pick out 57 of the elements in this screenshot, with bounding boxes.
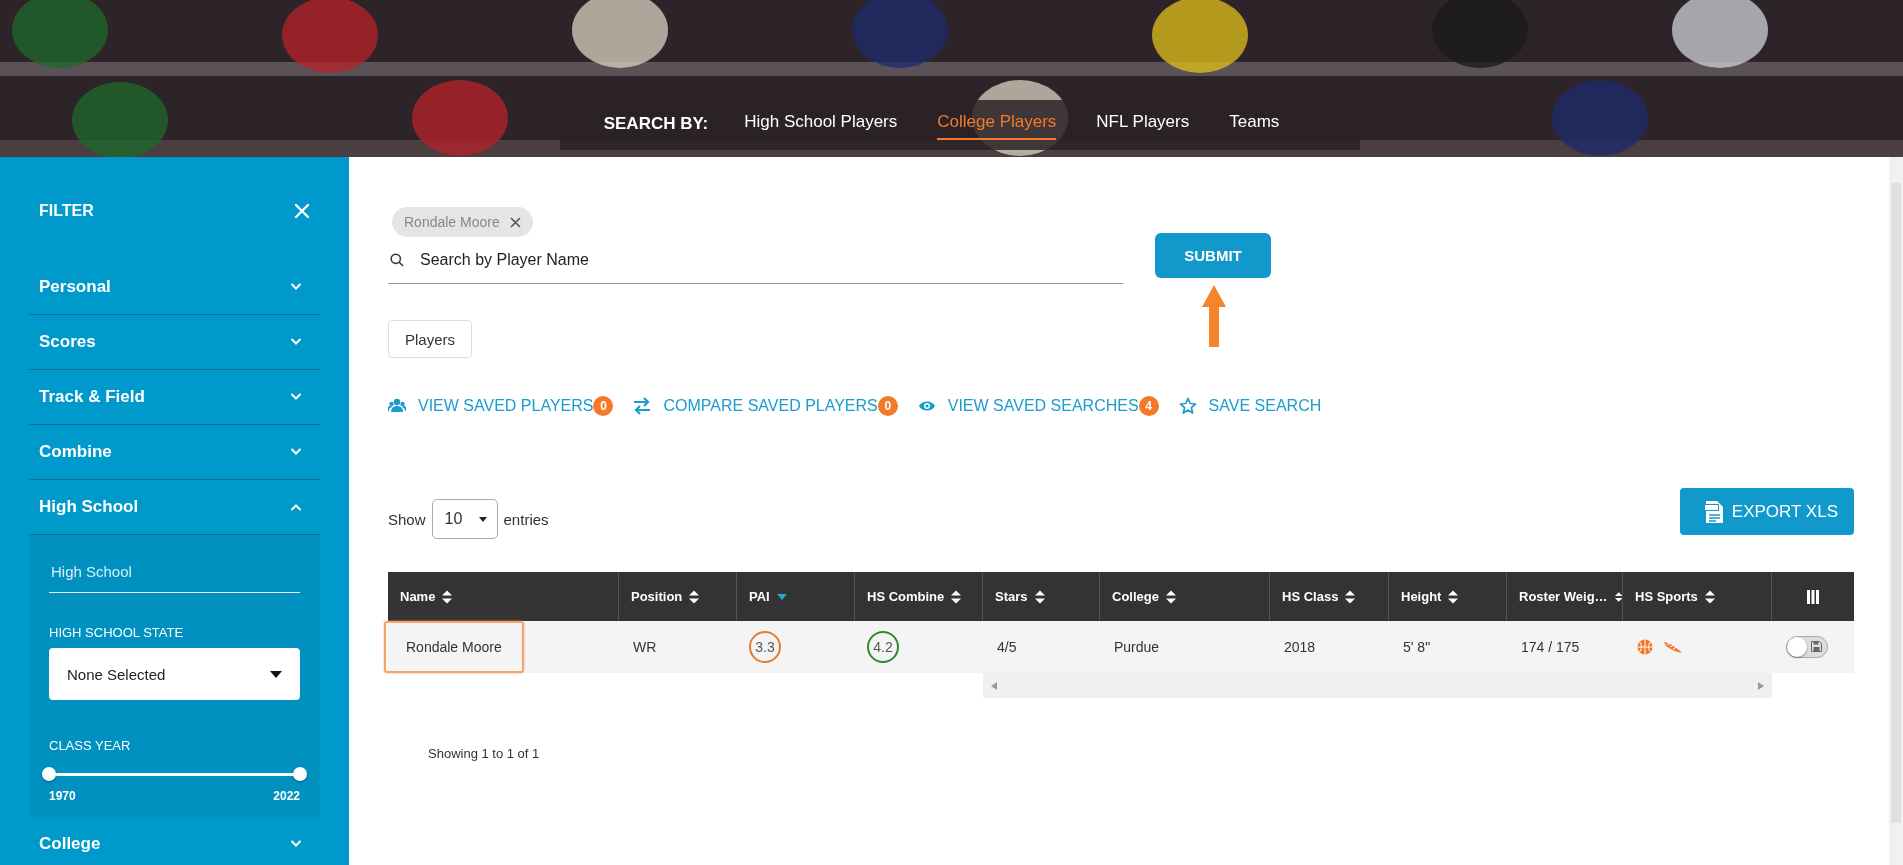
caret-icon [478, 516, 487, 522]
column-header[interactable]: College [1100, 572, 1270, 621]
nav-tab[interactable]: High School Players [744, 108, 898, 140]
state-dropdown[interactable]: None Selected [49, 648, 300, 700]
basketball-icon [1637, 639, 1653, 655]
slider-thumb[interactable] [42, 767, 56, 781]
filter-title: FILTER [39, 202, 94, 220]
column-header[interactable]: PAI [737, 572, 855, 621]
column-header[interactable]: Height [1389, 572, 1507, 621]
table-cell: 5' 8" [1389, 621, 1507, 673]
column-header[interactable]: Roster Weig… [1507, 572, 1623, 621]
swap-arrows-icon [633, 397, 652, 415]
columns-icon[interactable] [1806, 589, 1820, 604]
table-info: Showing 1 to 1 of 1 [428, 746, 540, 761]
nav-tab[interactable]: Teams [1229, 108, 1280, 140]
save-toggle[interactable] [1786, 636, 1828, 658]
pai-gauge: 3.3 [749, 631, 781, 663]
range-max-label: 2022 [273, 789, 300, 803]
nav-tab[interactable]: College Players [937, 108, 1057, 140]
people-icon [388, 397, 406, 415]
search-icon [390, 253, 404, 267]
column-header[interactable]: Name [388, 572, 619, 621]
entries-label: entries [503, 510, 549, 528]
scroll-left-icon[interactable] [991, 681, 997, 690]
scroll-right-icon[interactable] [1758, 681, 1764, 690]
column-header[interactable]: HS Combine [855, 572, 983, 621]
spreadsheet-icon [1703, 499, 1724, 524]
count-badge: 0 [877, 396, 898, 416]
column-header[interactable]: HS Sports [1623, 572, 1772, 621]
show-label: Show [388, 510, 426, 528]
player-type-button[interactable]: Players [388, 320, 473, 358]
column-header[interactable]: Stars [983, 572, 1100, 621]
input-field[interactable]: High School [49, 549, 300, 593]
count-badge: 4 [1138, 396, 1159, 416]
save-icon [1811, 641, 1822, 652]
close-icon[interactable] [509, 216, 521, 228]
table-cell: WR [619, 621, 737, 673]
table-cell: 2018 [1270, 621, 1389, 673]
field-label: CLASS YEAR [49, 738, 131, 753]
star-icon [1178, 397, 1197, 415]
caret-icon [270, 670, 282, 678]
table-cell: Purdue [1100, 621, 1270, 673]
horizontal-scrollbar[interactable] [983, 673, 1772, 698]
search-by-label: SEARCH BY: [603, 114, 709, 134]
nav-tab[interactable]: NFL Players [1096, 108, 1190, 140]
player-name[interactable]: Rondale Moore [384, 621, 524, 673]
page-size-dropdown[interactable]: 10 [431, 499, 498, 539]
range-min-label: 1970 [49, 789, 76, 803]
column-header[interactable]: Position [619, 572, 737, 621]
column-header[interactable]: HS Class [1270, 572, 1389, 621]
slider-thumb[interactable] [293, 767, 307, 781]
field-label: HIGH SCHOOL STATE [49, 625, 184, 640]
table-cell: 4/5 [983, 621, 1100, 673]
arrow-icon [1202, 285, 1226, 347]
table-cell: 174 / 175 [1507, 621, 1623, 673]
count-badge: 0 [593, 396, 614, 416]
combine-gauge: 4.2 [867, 631, 899, 663]
